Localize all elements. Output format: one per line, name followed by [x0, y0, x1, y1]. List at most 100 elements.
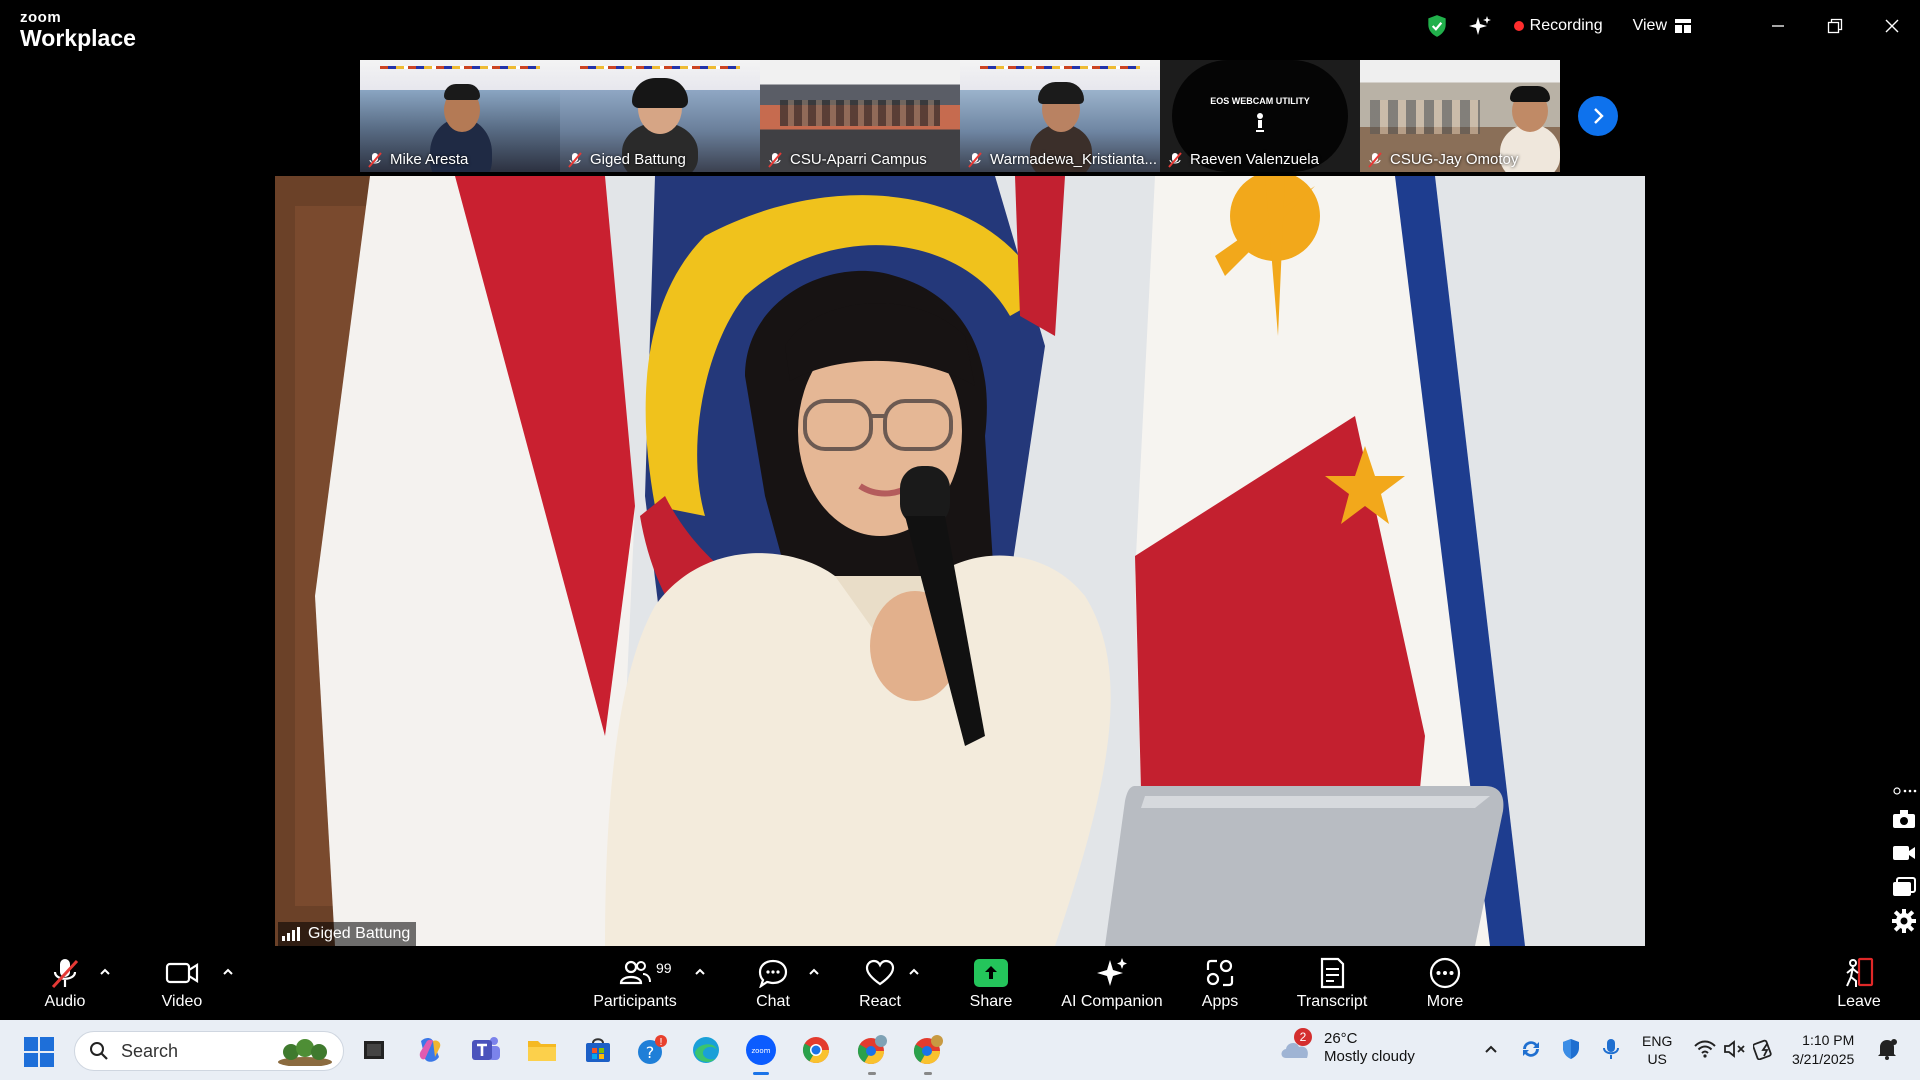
audio-button[interactable]: Audio [36, 946, 94, 1020]
taskbar-teams[interactable] [468, 1032, 504, 1068]
restore-button[interactable] [1806, 0, 1863, 52]
leave-button[interactable]: Leave [1836, 946, 1882, 1020]
tray-microphone-button[interactable] [1598, 1036, 1624, 1062]
apps-button[interactable]: Apps [1196, 946, 1244, 1020]
camera-snapshot-button[interactable] [1891, 806, 1917, 832]
participant-name-tag: Raeven Valenzuela [1168, 151, 1319, 168]
show-hidden-icons-button[interactable] [1478, 1036, 1504, 1062]
recording-indicator[interactable]: Recording [1513, 17, 1603, 35]
get-help-icon: ?! [638, 1035, 667, 1064]
participant-name-tag: CSU-Aparri Campus [768, 151, 927, 168]
tray-volume-button[interactable] [1722, 1036, 1748, 1062]
chrome-profile-icon [857, 1035, 887, 1065]
video-button[interactable]: Video [152, 946, 212, 1020]
chrome-browser-icon [802, 1037, 830, 1064]
taskbar-file-explorer[interactable] [524, 1032, 560, 1068]
share-button[interactable]: Share [966, 946, 1016, 1020]
ai-sparkle-icon[interactable] [1468, 14, 1492, 38]
participant-tile[interactable]: Warmadewa_Kristianta... [960, 60, 1160, 172]
minimize-icon [1771, 25, 1784, 27]
video-options-chevron-up-icon[interactable] [220, 964, 236, 980]
svg-text:?: ? [646, 1043, 655, 1062]
share-label: Share [969, 992, 1013, 1010]
participant-tile[interactable]: Mike Aresta [360, 60, 560, 172]
close-icon [1885, 19, 1898, 33]
participant-filmstrip: Mike Aresta Giged Battung CSU-Aparri Cam… [360, 60, 1560, 172]
restore-icon [1827, 18, 1842, 34]
search-icon [90, 1042, 108, 1060]
close-button[interactable] [1863, 0, 1920, 52]
mic-muted-icon [51, 958, 79, 988]
mic-muted-icon [368, 151, 382, 168]
mic-muted-icon [1368, 151, 1382, 168]
chat-bubble-icon [758, 959, 788, 988]
view-button[interactable]: View [1633, 17, 1691, 35]
leave-door-icon [1846, 957, 1874, 987]
tray-sync-button[interactable] [1518, 1036, 1544, 1062]
camera-icon [1893, 810, 1915, 828]
chat-options-chevron-up-icon[interactable] [806, 964, 822, 980]
tray-defender-button[interactable] [1558, 1036, 1584, 1062]
ai-companion-button[interactable]: AI Companion [1060, 946, 1164, 1020]
tray-wifi-button[interactable] [1692, 1036, 1718, 1062]
apps-grid-icon [1206, 959, 1234, 986]
participant-name-tag: Giged Battung [568, 151, 686, 168]
side-settings-button[interactable] [1891, 908, 1917, 934]
participant-tile[interactable]: EOS WEBCAM UTILITY Raeven Valenzuela [1160, 60, 1360, 172]
chat-button[interactable]: Chat [748, 946, 798, 1020]
taskbar-copilot[interactable] [412, 1032, 448, 1068]
view-label: View [1632, 17, 1667, 34]
chevron-up-icon [1485, 1045, 1497, 1053]
window-icon [1893, 877, 1916, 896]
transcript-button[interactable]: Transcript [1294, 946, 1370, 1020]
search-placeholder: Search [121, 1040, 179, 1061]
defender-shield-icon [1563, 1039, 1579, 1059]
participants-options-chevron-up-icon[interactable] [692, 964, 708, 980]
windows-start-icon[interactable] [24, 1037, 54, 1067]
share-screen-icon [974, 958, 1008, 987]
taskbar-clock[interactable]: 1:10 PM 3/21/2025 [1792, 1031, 1854, 1069]
clock-date: 3/21/2025 [1792, 1050, 1855, 1067]
taskbar-chrome-profile-2[interactable] [910, 1032, 946, 1075]
notifications-button[interactable] [1874, 1036, 1900, 1062]
record-video-button[interactable] [1891, 840, 1917, 866]
weather-widget[interactable]: 2 26°C Mostly cloudy [1278, 1028, 1415, 1066]
security-shield-icon[interactable] [1424, 13, 1450, 39]
edge-browser-icon [693, 1037, 719, 1063]
participant-tile[interactable]: CSU-Aparri Campus [760, 60, 960, 172]
active-speaker-video[interactable] [275, 176, 1645, 946]
tray-battery-button[interactable] [1752, 1036, 1778, 1062]
taskbar-store[interactable] [580, 1032, 616, 1068]
taskbar-help-app[interactable]: ?! [634, 1032, 670, 1068]
minimize-button[interactable] [1749, 0, 1806, 52]
taskbar-chrome[interactable] [798, 1032, 834, 1068]
brand-bottom: Workplace [20, 25, 136, 51]
participant-name-tag: CSUG-Jay Omotoy [1368, 151, 1518, 168]
input-language-indicator[interactable]: ENG US [1642, 1032, 1672, 1068]
sync-icon [1523, 1041, 1539, 1057]
mic-muted-icon [768, 151, 782, 168]
participant-name-tag: Warmadewa_Kristianta... [968, 151, 1157, 168]
connection-signal-icon [282, 927, 300, 941]
taskbar-chrome-profile-1[interactable] [854, 1032, 890, 1075]
participant-tile[interactable]: Giged Battung [560, 60, 760, 172]
folder-icon [528, 1041, 556, 1061]
filmstrip-next-button[interactable] [1578, 96, 1618, 136]
recording-dot-icon [1513, 21, 1524, 31]
audio-options-chevron-up-icon[interactable] [97, 964, 113, 980]
apps-label: Apps [1201, 992, 1239, 1010]
side-toolbar-more-button[interactable] [1891, 784, 1917, 798]
screen-layout-button[interactable] [1891, 874, 1917, 900]
participants-button[interactable]: Participants [590, 946, 680, 1020]
participant-tile[interactable]: CSUG-Jay Omotoy [1360, 60, 1560, 172]
react-options-chevron-up-icon[interactable] [906, 964, 922, 980]
chrome-profile-icon [913, 1035, 943, 1065]
weather-temperature: 26°C [1324, 1030, 1358, 1047]
taskbar-task-view[interactable] [356, 1032, 392, 1068]
react-button[interactable]: React [854, 946, 906, 1020]
more-button[interactable]: More [1422, 946, 1468, 1020]
transcript-document-icon [1320, 957, 1345, 988]
taskbar-edge[interactable] [688, 1032, 724, 1068]
taskbar-zoom[interactable]: zoom [743, 1032, 779, 1075]
taskbar-search-box[interactable]: Search [74, 1031, 344, 1071]
